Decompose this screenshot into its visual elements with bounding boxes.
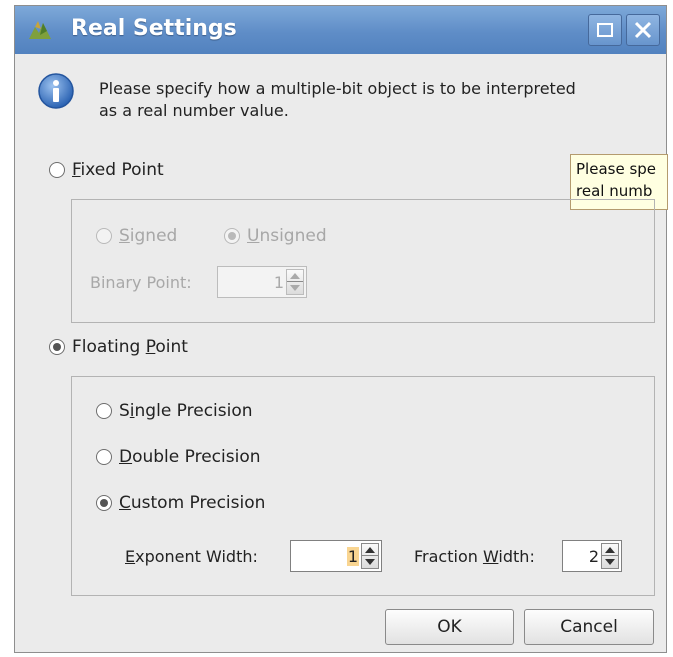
floating-point-label: Floating Point <box>72 337 188 357</box>
exponent-width-value: 1 <box>346 547 359 566</box>
radio-circle <box>96 228 112 244</box>
spinner-arrows-icon[interactable] <box>361 543 379 569</box>
fixed-point-group: Signed Unsigned Binary Point: 1 <box>71 199 655 323</box>
unsigned-label: Unsigned <box>247 226 327 246</box>
radio-circle <box>49 162 65 178</box>
maximize-button[interactable] <box>588 14 622 46</box>
fixed-point-label: Fixed Point <box>72 160 164 180</box>
fraction-width-value: 2 <box>588 547 599 566</box>
spinner-arrows-icon[interactable] <box>286 269 304 295</box>
radio-circle <box>96 495 112 511</box>
radio-circle <box>96 403 112 419</box>
signed-label: Signed <box>119 226 178 246</box>
fraction-width-spinner[interactable]: 2 <box>562 540 622 572</box>
floating-point-radio[interactable]: Floating Point <box>49 337 188 357</box>
custom-precision-radio[interactable]: Custom Precision <box>96 493 265 513</box>
exponent-width-label: Exponent Width: <box>125 547 258 566</box>
radio-circle <box>224 228 240 244</box>
double-precision-radio[interactable]: Double Precision <box>96 447 261 467</box>
app-icon <box>29 21 51 39</box>
close-button[interactable] <box>626 14 660 46</box>
fraction-width-label: Fraction Width: <box>414 547 535 566</box>
title-bar[interactable]: Real Settings <box>15 6 666 54</box>
unsigned-radio[interactable]: Unsigned <box>224 226 327 246</box>
close-icon <box>634 21 652 39</box>
info-message: Please specify how a multiple-bit object… <box>99 79 576 120</box>
radio-circle <box>96 449 112 465</box>
ok-button[interactable]: OK <box>385 609 514 645</box>
cancel-button[interactable]: Cancel <box>524 609 654 645</box>
binary-point-label: Binary Point: <box>90 273 192 292</box>
binary-point-value: 1 <box>273 273 284 292</box>
single-precision-label: Single Precision <box>119 401 253 421</box>
window-title: Real Settings <box>71 16 237 41</box>
info-icon <box>38 73 74 109</box>
fixed-point-radio[interactable]: Fixed Point <box>49 160 164 180</box>
exponent-width-spinner[interactable]: 1 <box>290 540 382 572</box>
signed-radio[interactable]: Signed <box>96 226 177 246</box>
tooltip-line-1: Please spe <box>576 160 657 178</box>
binary-point-spinner[interactable]: 1 <box>217 266 307 298</box>
maximize-icon <box>597 23 613 37</box>
spinner-arrows-icon[interactable] <box>601 543 619 569</box>
radio-circle <box>49 339 65 355</box>
double-precision-label: Double Precision <box>119 447 261 467</box>
custom-precision-label: Custom Precision <box>119 493 266 513</box>
floating-point-group: Single Precision Double Precision Custom… <box>71 376 655 596</box>
single-precision-radio[interactable]: Single Precision <box>96 401 253 421</box>
real-settings-dialog: Real Settings Please specify how a multi… <box>14 5 668 653</box>
